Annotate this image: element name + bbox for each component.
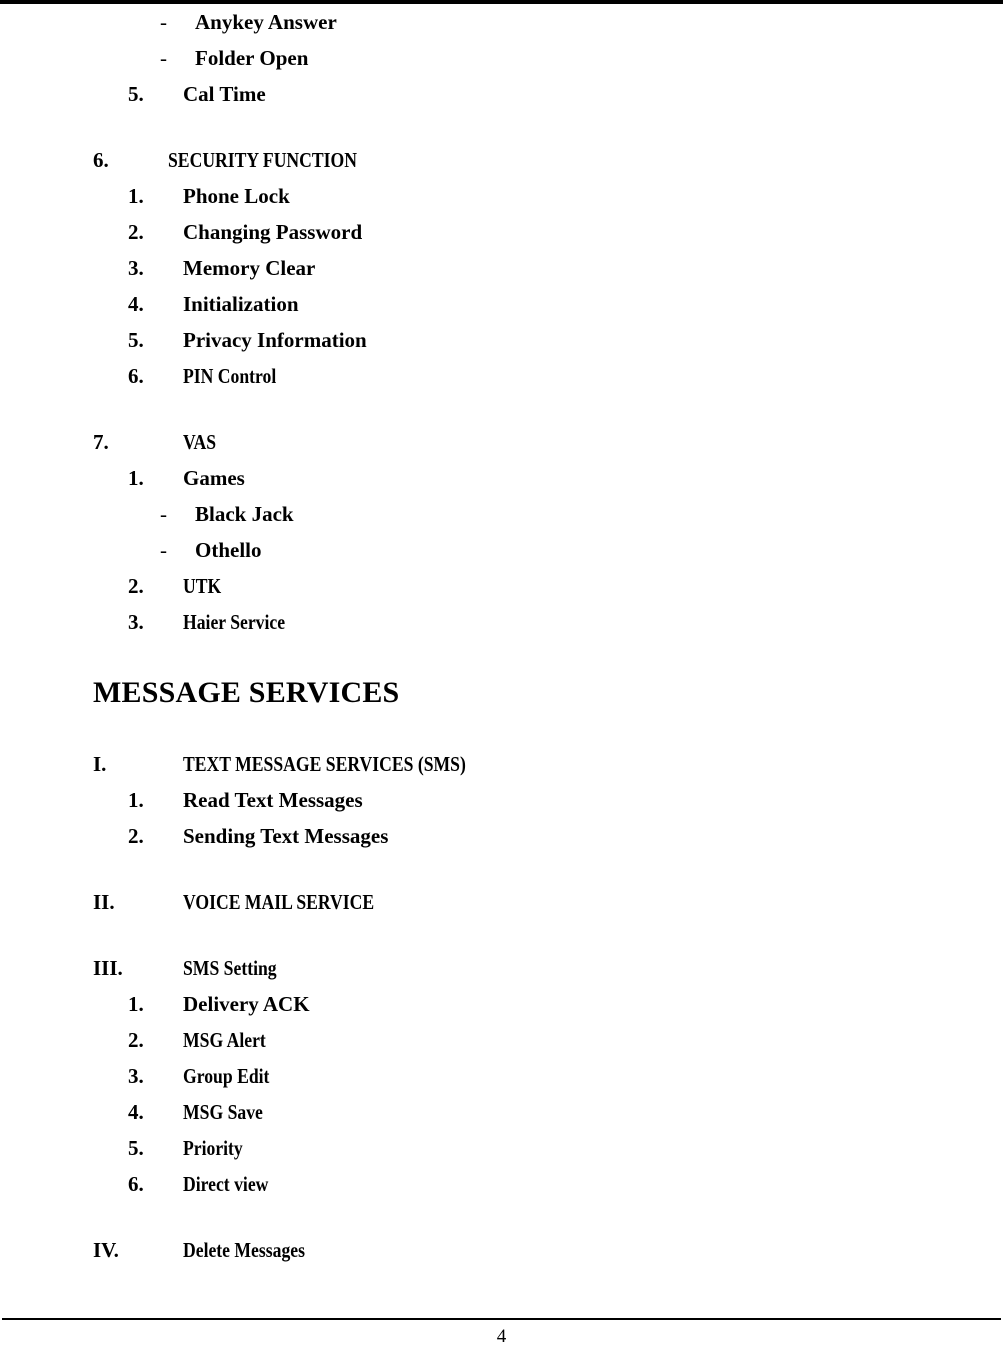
- list-item-marker: 2.: [128, 220, 144, 244]
- list-item: 3. Group Edit: [0, 1058, 1003, 1094]
- list-item-marker: 2.: [128, 574, 144, 598]
- list-item: - Black Jack: [0, 496, 1003, 532]
- section-title: Delete Messages: [183, 1238, 305, 1262]
- list-item-label: Changing Password: [183, 220, 363, 244]
- list-item: - Othello: [0, 532, 1003, 568]
- list-item: 4. MSG Save: [0, 1094, 1003, 1130]
- list-item: 1. Phone Lock: [0, 178, 1003, 214]
- list-item-marker: 4.: [128, 1100, 144, 1124]
- section-heading-security-function: 6. SECURITY FUNCTION: [0, 142, 1003, 178]
- dash-bullet-icon: -: [160, 502, 167, 526]
- list-item-label: MSG Alert: [183, 1028, 266, 1052]
- list-item-marker: 3.: [128, 256, 144, 280]
- dash-bullet-icon: -: [160, 46, 167, 70]
- list-item-label: Priority: [183, 1136, 243, 1160]
- list-item: 1. Games: [0, 460, 1003, 496]
- section-marker: 6.: [93, 148, 109, 172]
- list-item-label: Direct view: [183, 1172, 269, 1196]
- list-item-label: PIN Control: [183, 364, 277, 388]
- list-item: 6. Direct view: [0, 1166, 1003, 1202]
- list-item: 2. Changing Password: [0, 214, 1003, 250]
- section-heading-voice-mail-service: II. VOICE MAIL SERVICE: [0, 884, 1003, 920]
- list-item: 2. MSG Alert: [0, 1022, 1003, 1058]
- section-heading-text-message-services: I. TEXT MESSAGE SERVICES (SMS): [0, 746, 1003, 782]
- list-item-marker: 1.: [128, 466, 144, 490]
- list-item: - Anykey Answer: [0, 4, 1003, 40]
- list-item-label: Othello: [195, 538, 262, 562]
- list-item-label: Phone Lock: [183, 184, 290, 208]
- section-marker: III.: [93, 956, 123, 980]
- list-item: 5. Privacy Information: [0, 322, 1003, 358]
- list-item: 2. Sending Text Messages: [0, 818, 1003, 854]
- list-item-marker: 3.: [128, 1064, 144, 1088]
- list-item-label: Group Edit: [183, 1064, 270, 1088]
- list-item-marker: 3.: [128, 610, 144, 634]
- list-item-marker: 5.: [128, 1136, 144, 1160]
- section-heading-delete-messages: IV. Delete Messages: [0, 1232, 1003, 1268]
- list-item-marker: 1.: [128, 788, 144, 812]
- list-item-marker: 1.: [128, 992, 144, 1016]
- list-item-label: Memory Clear: [183, 256, 316, 280]
- list-item: 4. Initialization: [0, 286, 1003, 322]
- list-item-marker: 1.: [128, 184, 144, 208]
- page-title-text: MESSAGE SERVICES: [93, 676, 400, 709]
- list-item-label: Read Text Messages: [183, 788, 363, 812]
- list-item: 1. Delivery ACK: [0, 986, 1003, 1022]
- dash-bullet-icon: -: [160, 538, 167, 562]
- section-title: TEXT MESSAGE SERVICES (SMS): [183, 752, 466, 776]
- section-title: VOICE MAIL SERVICE: [183, 890, 375, 914]
- list-item-label: UTK: [183, 574, 222, 598]
- list-item-label: Folder Open: [195, 46, 309, 70]
- section-heading-vas: 7. VAS: [0, 424, 1003, 460]
- list-item-label: Haier Service: [183, 610, 286, 634]
- section-heading-sms-setting: III. SMS Setting: [0, 950, 1003, 986]
- list-item: 1. Read Text Messages: [0, 782, 1003, 818]
- page-number: 4: [496, 1326, 507, 1347]
- footer-divider: [2, 1318, 1001, 1320]
- list-item: 3. Memory Clear: [0, 250, 1003, 286]
- section-title: VAS: [183, 430, 217, 454]
- list-item: 2. UTK: [0, 568, 1003, 604]
- list-item-label: Games: [183, 466, 245, 490]
- list-item-label: Delivery ACK: [183, 992, 310, 1016]
- list-item: 5. Cal Time: [0, 76, 1003, 112]
- section-marker: 7.: [93, 430, 109, 454]
- list-item: 3. Haier Service: [0, 604, 1003, 640]
- list-item-label: Black Jack: [195, 502, 294, 526]
- list-item-label: Cal Time: [183, 82, 266, 106]
- list-item-marker: 6.: [128, 364, 144, 388]
- document-content: - Anykey Answer - Folder Open 5. Cal Tim…: [0, 4, 1003, 1268]
- list-item-marker: 5.: [128, 82, 144, 106]
- list-item: - Folder Open: [0, 40, 1003, 76]
- list-item-label: MSG Save: [183, 1100, 263, 1124]
- section-title: SECURITY FUNCTION: [168, 148, 358, 172]
- list-item-marker: 6.: [128, 1172, 144, 1196]
- section-title: SMS Setting: [183, 956, 277, 980]
- list-item-marker: 2.: [128, 1028, 144, 1052]
- list-item-marker: 4.: [128, 292, 144, 316]
- section-marker: IV.: [93, 1238, 119, 1262]
- list-item: 6. PIN Control: [0, 358, 1003, 394]
- dash-bullet-icon: -: [160, 10, 167, 34]
- section-marker: I.: [93, 752, 107, 776]
- list-item-label: Privacy Information: [183, 328, 367, 352]
- list-item-marker: 5.: [128, 328, 144, 352]
- list-item-label: Anykey Answer: [195, 10, 337, 34]
- list-item: 5. Priority: [0, 1130, 1003, 1166]
- list-item-label: Initialization: [183, 292, 299, 316]
- section-marker: II.: [93, 890, 115, 914]
- page-title: MESSAGE SERVICES: [0, 670, 1003, 716]
- list-item-marker: 2.: [128, 824, 144, 848]
- list-item-label: Sending Text Messages: [183, 824, 389, 848]
